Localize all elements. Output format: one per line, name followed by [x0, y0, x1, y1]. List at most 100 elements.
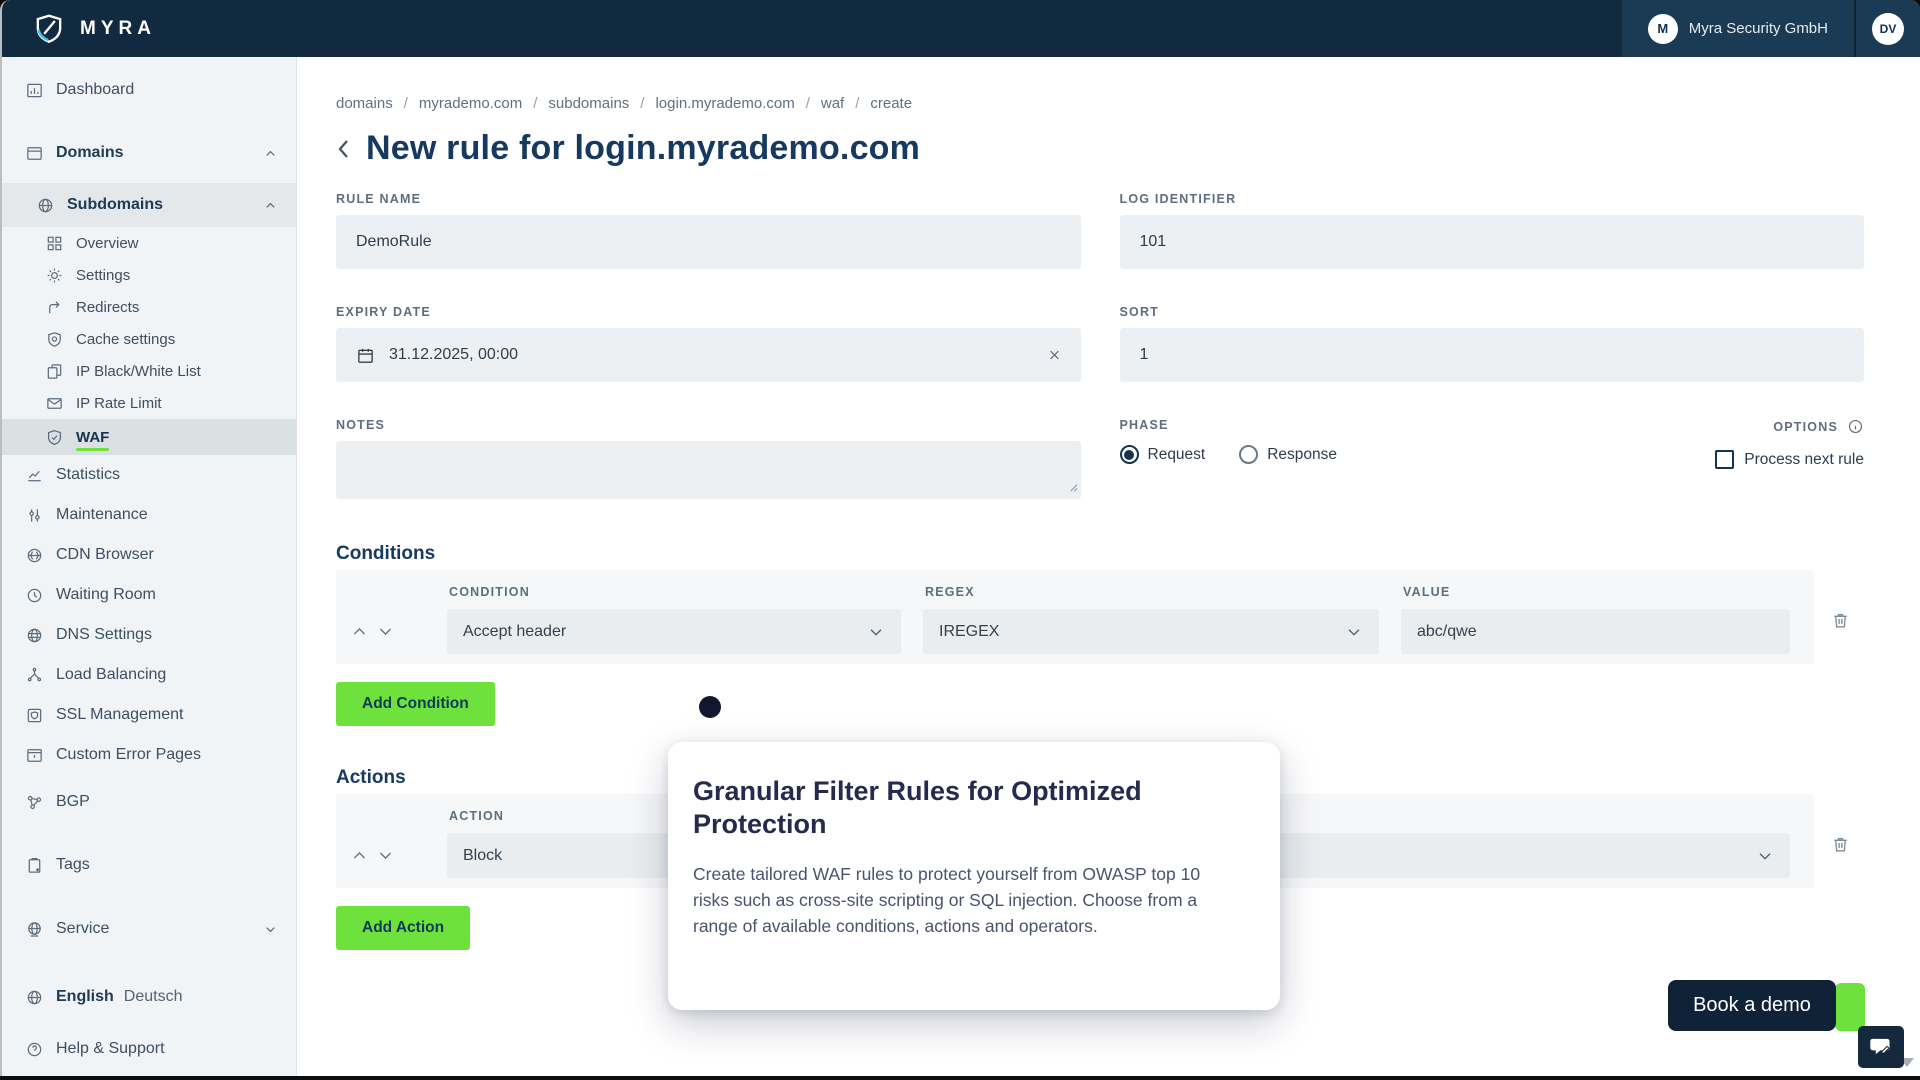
sidebar-item-help-support[interactable]: Help & Support — [2, 1029, 296, 1069]
condition-column-label: CONDITION — [447, 580, 901, 609]
add-action-button[interactable]: Add Action — [336, 906, 470, 950]
expiry-date-input[interactable]: 31.12.2025, 00:00 — [336, 328, 1081, 382]
condition-value-input[interactable] — [1401, 609, 1790, 654]
phase-option-request[interactable]: Request — [1120, 445, 1206, 464]
sidebar-item-waf[interactable]: WAF — [2, 419, 296, 455]
info-icon[interactable] — [1847, 418, 1864, 435]
sidebar-item-settings[interactable]: Settings — [2, 259, 296, 291]
sidebar-item-label: Load Balancing — [56, 666, 166, 684]
book-a-demo-button[interactable]: Book a demo — [1668, 980, 1836, 1031]
top-bar: MYRA M Myra Security GmbH DV — [2, 0, 1920, 57]
rule-name-input[interactable] — [336, 215, 1081, 269]
notes-textarea[interactable] — [336, 441, 1081, 499]
sidebar-item-label: Domains — [56, 144, 124, 162]
sidebar-item-label: IP Rate Limit — [76, 395, 162, 412]
checkbox-unchecked-icon[interactable] — [1715, 450, 1734, 469]
breadcrumb-item[interactable]: subdomains — [548, 95, 655, 112]
dns-globe-icon — [24, 625, 45, 646]
account-avatar: M — [1648, 14, 1678, 44]
delete-action-icon[interactable] — [1830, 834, 1851, 855]
sidebar-item-load-balancing[interactable]: Load Balancing — [2, 655, 296, 695]
sidebar-item-maintenance[interactable]: Maintenance — [2, 495, 296, 535]
error-page-icon — [24, 745, 45, 766]
radio-selected-icon[interactable] — [1120, 445, 1139, 464]
breadcrumb-item[interactable]: login.myrademo.com — [655, 95, 820, 112]
breadcrumb-item[interactable]: waf — [821, 95, 871, 112]
add-condition-button[interactable]: Add Condition — [336, 682, 495, 726]
breadcrumb-item[interactable]: domains — [336, 95, 419, 112]
hidden-green-button[interactable] — [1835, 983, 1865, 1031]
sidebar-item-service[interactable]: Service — [2, 909, 296, 949]
brand-logo[interactable]: MYRA — [2, 13, 156, 45]
sidebar-item-ip-black-white-list[interactable]: IP Black/White List — [2, 355, 296, 387]
process-next-rule-option[interactable]: Process next rule — [1715, 450, 1864, 469]
phase-options-cell: PHASE Request Response OPTIONS — [1120, 418, 1865, 499]
language-active[interactable]: English — [56, 988, 114, 1006]
sidebar-item-redirects[interactable]: Redirects — [2, 291, 296, 323]
sidebar-item-statistics[interactable]: Statistics — [2, 455, 296, 495]
sidebar-item-custom-error-pages[interactable]: Custom Error Pages — [2, 735, 296, 775]
sidebar-item-label: Tags — [56, 856, 90, 874]
load-balancing-icon — [24, 665, 45, 686]
waf-shield-icon — [44, 427, 65, 448]
move-up-icon[interactable] — [351, 847, 368, 864]
delete-condition-icon[interactable] — [1830, 610, 1851, 631]
sidebar-item-domains[interactable]: Domains — [2, 133, 296, 173]
move-up-icon[interactable] — [351, 623, 368, 640]
chevron-down-icon — [1345, 623, 1363, 641]
ssl-shield-icon — [24, 705, 45, 726]
sidebar-item-dashboard[interactable]: Dashboard — [2, 70, 296, 110]
sort-field: SORT — [1120, 305, 1865, 382]
chevron-down-icon — [867, 623, 885, 641]
settings-gear-icon — [44, 265, 65, 286]
app-window: MYRA M Myra Security GmbH DV Dashboard D… — [0, 0, 1920, 1076]
breadcrumb-item[interactable]: myrademo.com — [419, 95, 549, 112]
sidebar-item-waiting-room[interactable]: Waiting Room — [2, 575, 296, 615]
language-alternate[interactable]: Deutsch — [124, 988, 183, 1006]
sidebar-item-label: BGP — [56, 793, 90, 811]
sidebar-item-cdn-browser[interactable]: CDN Browser — [2, 535, 296, 575]
log-identifier-input[interactable] — [1120, 215, 1865, 269]
back-chevron-icon[interactable] — [336, 137, 350, 161]
move-down-icon[interactable] — [377, 847, 394, 864]
clear-date-icon[interactable] — [1046, 347, 1063, 364]
phase-option-response[interactable]: Response — [1239, 445, 1337, 464]
user-avatar: DV — [1872, 13, 1904, 45]
account-menu[interactable]: M Myra Security GmbH — [1622, 0, 1854, 57]
language-switcher[interactable]: English Deutsch — [2, 977, 296, 1017]
regex-select-value: IREGEX — [939, 623, 999, 641]
question-icon — [24, 1039, 45, 1060]
domains-icon — [24, 143, 45, 164]
expiry-date-label: EXPIRY DATE — [336, 305, 1081, 319]
sidebar-item-tags[interactable]: Tags — [2, 845, 296, 885]
condition-select[interactable]: Accept header — [447, 609, 901, 654]
sidebar-item-cache-settings[interactable]: Cache settings — [2, 323, 296, 355]
rule-name-field: RULE NAME — [336, 192, 1081, 269]
chat-widget-button[interactable] — [1858, 1026, 1904, 1068]
sliders-icon — [24, 505, 45, 526]
regex-select[interactable]: IREGEX — [923, 609, 1379, 654]
user-menu[interactable]: DV — [1856, 0, 1920, 57]
sort-input[interactable] — [1120, 328, 1865, 382]
rule-name-label: RULE NAME — [336, 192, 1081, 206]
resize-grip-icon[interactable] — [1067, 479, 1078, 497]
sidebar-item-dns-settings[interactable]: DNS Settings — [2, 615, 296, 655]
tour-step-dot[interactable] — [699, 696, 721, 718]
sidebar-item-ssl-management[interactable]: SSL Management — [2, 695, 296, 735]
phase-option-label: Response — [1267, 446, 1337, 464]
log-identifier-field: LOG IDENTIFIER — [1120, 192, 1865, 269]
cache-icon — [44, 329, 65, 350]
radio-unselected-icon[interactable] — [1239, 445, 1258, 464]
sidebar-item-bgp[interactable]: BGP — [2, 782, 296, 822]
sidebar-item-overview[interactable]: Overview — [2, 227, 296, 259]
move-down-icon[interactable] — [377, 623, 394, 640]
sidebar-item-label: Maintenance — [56, 506, 148, 524]
log-identifier-label: LOG IDENTIFIER — [1120, 192, 1865, 206]
chevron-down-icon[interactable] — [263, 922, 278, 937]
calendar-icon — [356, 346, 375, 365]
sidebar-item-subdomains[interactable]: Subdomains — [2, 183, 296, 227]
sidebar-item-ip-rate-limit[interactable]: IP Rate Limit — [2, 387, 296, 419]
chevron-up-icon[interactable] — [263, 198, 278, 213]
chevron-up-icon[interactable] — [263, 146, 278, 161]
topbar-right: M Myra Security GmbH DV — [1622, 0, 1920, 57]
